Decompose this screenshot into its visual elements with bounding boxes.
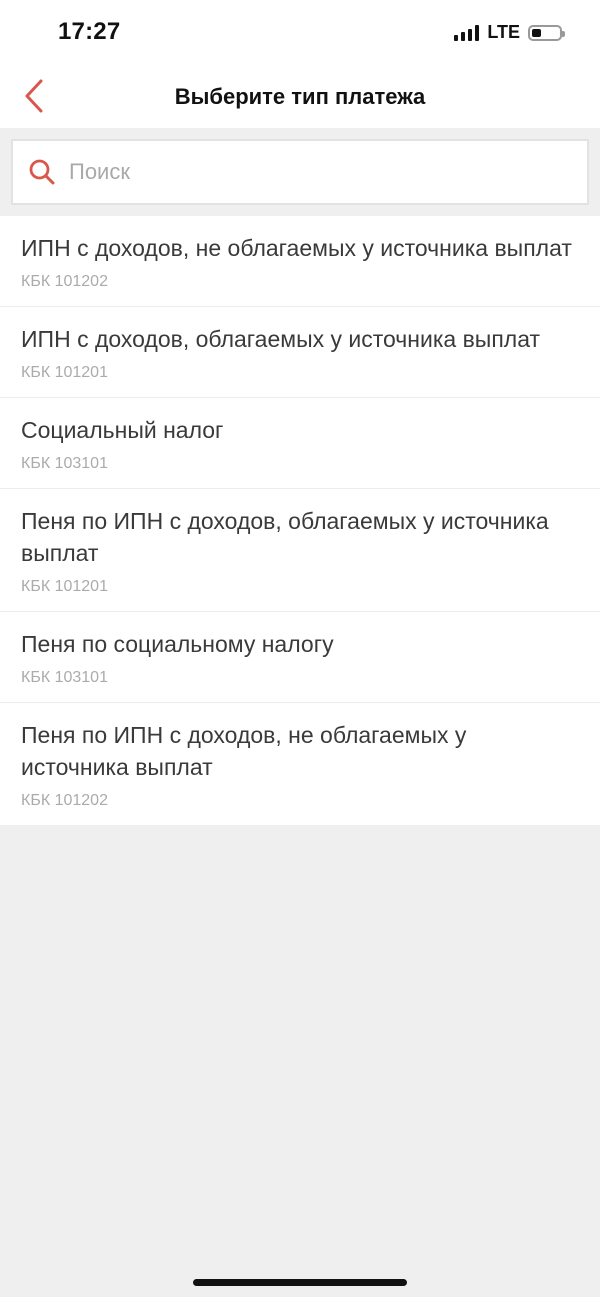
payment-type-title: Пеня по ИПН с доходов, облагаемых у исто… — [21, 508, 549, 566]
search-input[interactable] — [69, 152, 549, 192]
kbk-code: КБК 103101 — [21, 669, 108, 686]
kbk-code: КБК 103101 — [21, 455, 108, 472]
search-box[interactable] — [11, 139, 589, 205]
list-item[interactable]: Пеня по ИПН с доходов, облагаемых у исто… — [0, 489, 600, 612]
page-title: Выберите тип платежа — [174, 84, 426, 109]
list-item[interactable]: Пеня по ИПН с доходов, не облагаемых у и… — [0, 703, 600, 825]
network-type: LTE — [487, 22, 520, 42]
payment-type-title: Социальный налог — [21, 417, 224, 443]
search-icon — [27, 157, 57, 187]
kbk-code: КБК 101202 — [21, 792, 108, 809]
search-area — [0, 128, 600, 216]
payment-type-list: ИПН с доходов, не облагаемых у источника… — [0, 216, 600, 825]
home-indicator[interactable] — [193, 1279, 407, 1286]
list-item[interactable]: Социальный налог КБК 103101 — [0, 398, 600, 489]
cellular-signal-icon — [454, 24, 480, 41]
kbk-code: КБК 101201 — [21, 364, 108, 381]
list-item[interactable]: ИПН с доходов, не облагаемых у источника… — [0, 216, 600, 307]
list-item[interactable]: Пеня по социальному налогу КБК 103101 — [0, 612, 600, 703]
status-indicators: LTE — [454, 22, 565, 43]
status-time: 17:27 — [58, 18, 121, 45]
payment-type-title: Пеня по ИПН с доходов, не облагаемых у и… — [21, 722, 467, 780]
navigation-bar: Выберите тип платежа — [0, 66, 600, 128]
payment-type-title: ИПН с доходов, облагаемых у источника вы… — [21, 326, 541, 352]
list-item[interactable]: ИПН с доходов, облагаемых у источника вы… — [0, 307, 600, 398]
payment-type-title: Пеня по социальному налогу — [21, 631, 334, 657]
status-bar: 17:27 LTE — [0, 0, 600, 66]
kbk-code: КБК 101201 — [21, 578, 108, 595]
payment-type-title: ИПН с доходов, не облагаемых у источника… — [21, 235, 572, 261]
battery-icon — [528, 24, 565, 41]
kbk-code: КБК 101202 — [21, 273, 108, 290]
battery-level — [532, 28, 541, 37]
